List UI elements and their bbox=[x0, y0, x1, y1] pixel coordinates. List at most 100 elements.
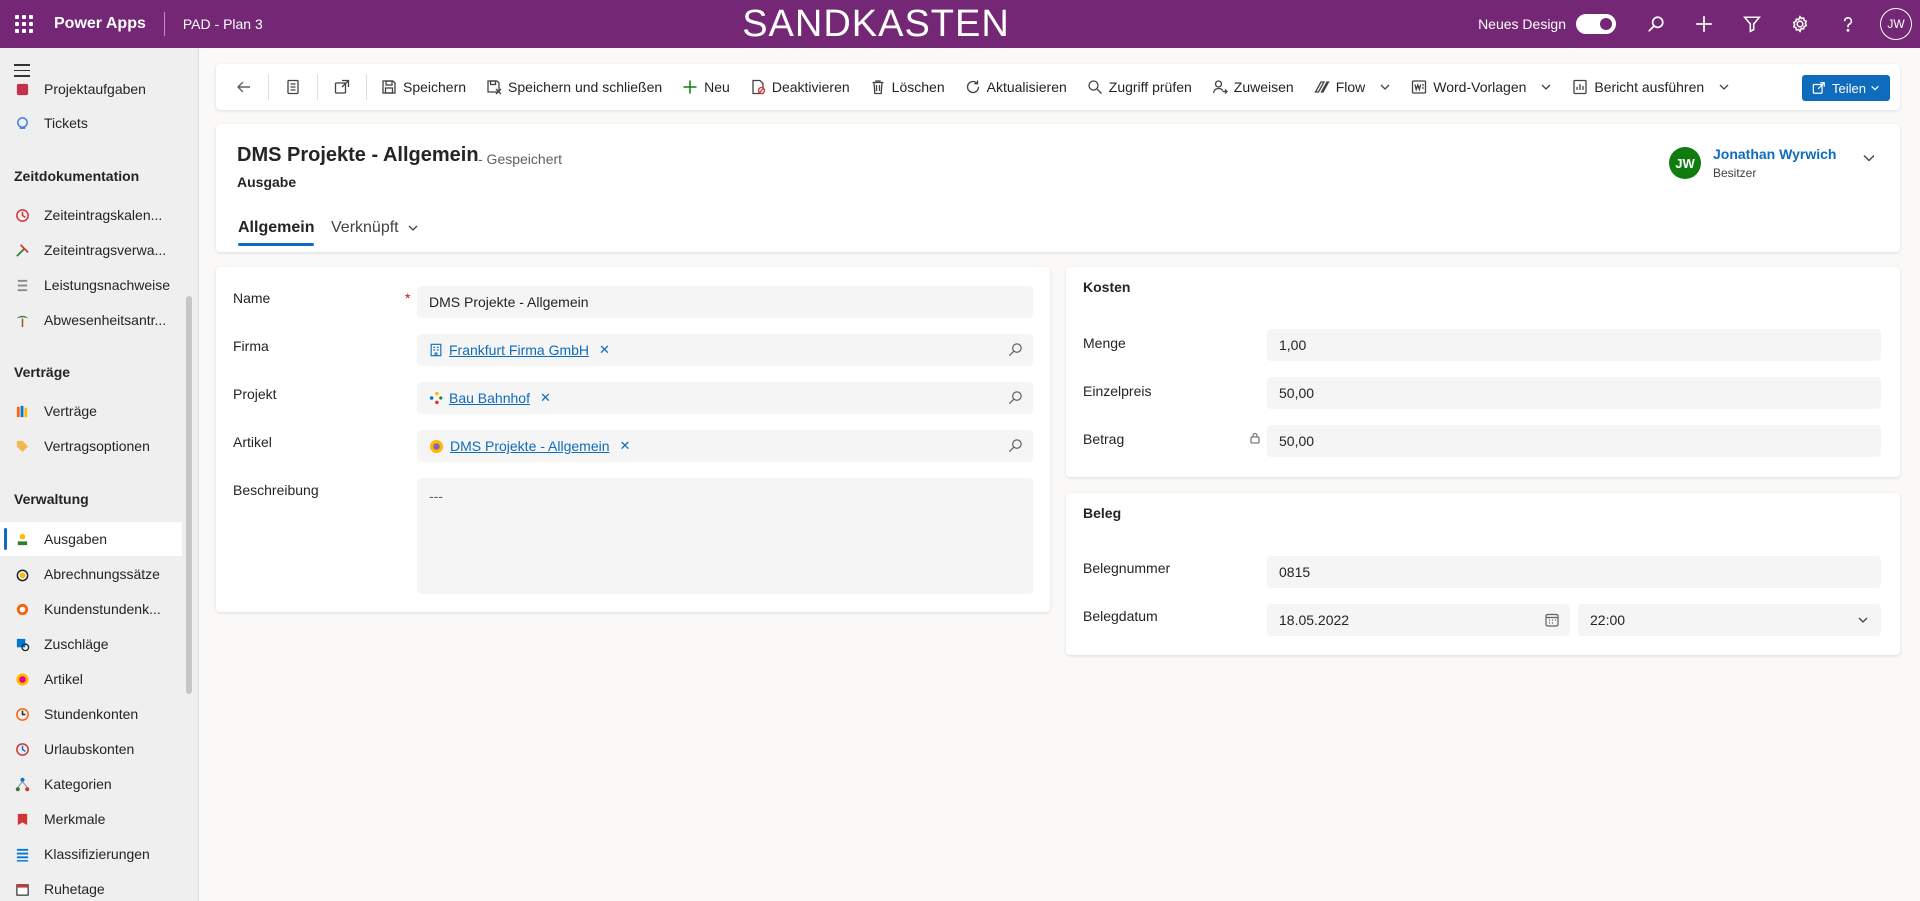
search-icon[interactable] bbox=[1008, 342, 1023, 357]
sidebar-item-vertragsoptionen[interactable]: Vertragsoptionen bbox=[0, 429, 182, 463]
clock-icon bbox=[14, 207, 30, 223]
article-icon bbox=[429, 439, 444, 453]
sidebar-item-zuschlaege[interactable]: Zuschläge bbox=[0, 627, 182, 661]
artikel-link[interactable]: DMS Projekte - Allgemein bbox=[450, 438, 610, 454]
projekt-link[interactable]: Bau Bahnhof bbox=[449, 390, 530, 406]
category-icon bbox=[14, 776, 30, 792]
sidebar-item-zeiteintragskalender[interactable]: Zeiteintragskalen... bbox=[0, 198, 182, 232]
user-avatar[interactable]: JW bbox=[1880, 8, 1912, 40]
divider bbox=[163, 12, 165, 36]
required-indicator: * bbox=[405, 290, 411, 306]
rate-icon bbox=[14, 566, 30, 582]
hours-account-icon bbox=[14, 706, 30, 722]
belegdatum-time-select[interactable]: 22:00 bbox=[1578, 604, 1881, 636]
sidebar-item-stundenkonten[interactable]: Stundenkonten bbox=[0, 697, 182, 731]
sidebar-item-klassifizierungen[interactable]: Klassifizierungen bbox=[0, 837, 182, 871]
belegnummer-input[interactable]: 0815 bbox=[1267, 556, 1881, 588]
new-design-toggle[interactable] bbox=[1576, 14, 1616, 34]
einzelpreis-input[interactable]: 50,00 bbox=[1267, 377, 1881, 409]
account-icon bbox=[430, 343, 442, 357]
belegdatum-label: Belegdatum bbox=[1083, 608, 1158, 624]
sidebar-item-urlaubskonten[interactable]: Urlaubskonten bbox=[0, 732, 182, 766]
projekt-lookup[interactable]: Bau Bahnhof ✕ bbox=[417, 382, 1033, 414]
deactivate-button[interactable]: Deaktivieren bbox=[740, 69, 860, 105]
share-icon bbox=[1812, 82, 1825, 94]
delete-button[interactable]: Löschen bbox=[860, 69, 955, 105]
assign-button[interactable]: Zuweisen bbox=[1202, 69, 1304, 105]
calendar-icon bbox=[14, 881, 30, 897]
sidebar-item-vertraege[interactable]: Verträge bbox=[0, 394, 182, 428]
save-button[interactable]: Speichern bbox=[371, 69, 476, 105]
help-icon bbox=[1843, 17, 1853, 32]
sidebar-scrollbar[interactable] bbox=[186, 296, 192, 694]
sidebar-item-projektaufgaben[interactable]: Projektaufgaben bbox=[0, 72, 182, 106]
search-icon[interactable] bbox=[1008, 390, 1023, 405]
remove-projekt-button[interactable]: ✕ bbox=[540, 390, 551, 406]
entity-name: Ausgabe bbox=[237, 174, 297, 190]
record-title: DMS Projekte - Allgemein bbox=[237, 144, 479, 166]
chevron-down-icon bbox=[1541, 84, 1551, 90]
sidebar-item-ruhetage[interactable]: Ruhetage bbox=[0, 872, 182, 901]
environment-name[interactable]: PAD - Plan 3 bbox=[183, 16, 263, 32]
sidebar-item-tickets[interactable]: Tickets bbox=[0, 106, 182, 140]
gear-icon bbox=[1792, 15, 1808, 33]
menge-input[interactable]: 1,00 bbox=[1267, 329, 1881, 361]
sidebar-item-zeiteintragsverwaltung[interactable]: Zeiteintragsverwa... bbox=[0, 233, 182, 267]
search-icon[interactable] bbox=[1008, 438, 1023, 453]
belegdatum-date-input[interactable]: 18.05.2022 bbox=[1267, 604, 1570, 636]
help-button[interactable] bbox=[1824, 0, 1872, 48]
vacation-icon bbox=[14, 741, 30, 757]
flow-button[interactable]: Flow bbox=[1304, 69, 1402, 105]
check-access-button[interactable]: Zugriff prüfen bbox=[1077, 69, 1202, 105]
app-launcher-button[interactable] bbox=[0, 0, 48, 48]
artikel-lookup[interactable]: DMS Projekte - Allgemein ✕ bbox=[417, 430, 1033, 462]
tab-verknuepft[interactable]: Verknüpft bbox=[331, 210, 419, 246]
sidebar-item-abrechnungssaetze[interactable]: Abrechnungssätze bbox=[0, 557, 182, 591]
nav-group-verwaltung: Verwaltung bbox=[14, 491, 89, 507]
search-button[interactable] bbox=[1632, 0, 1680, 48]
save-close-icon bbox=[487, 80, 502, 95]
remove-firma-button[interactable]: ✕ bbox=[599, 342, 610, 358]
tab-allgemein[interactable]: Allgemein bbox=[238, 210, 315, 246]
feature-icon bbox=[14, 811, 30, 827]
back-button[interactable] bbox=[224, 69, 264, 105]
betrag-label: Betrag bbox=[1083, 431, 1125, 447]
settings-button[interactable] bbox=[1776, 0, 1824, 48]
contract-icon bbox=[14, 403, 30, 419]
record-status: - Gespeichert bbox=[478, 151, 563, 167]
share-button[interactable]: Teilen bbox=[1802, 75, 1890, 101]
divider bbox=[317, 74, 318, 100]
name-input[interactable]: DMS Projekte - Allgemein bbox=[417, 286, 1033, 318]
beleg-section: Beleg Belegnummer 0815 Belegdatum 18.05.… bbox=[1066, 493, 1900, 655]
sidebar-item-leistungsnachweise[interactable]: Leistungsnachweise bbox=[0, 268, 182, 302]
word-templates-button[interactable]: Word-Vorlagen bbox=[1401, 69, 1562, 105]
refresh-button[interactable]: Aktualisieren bbox=[955, 69, 1077, 105]
sidebar-item-abwesenheitsantraege[interactable]: Abwesenheitsantr... bbox=[0, 303, 182, 337]
expand-header-chevron-icon[interactable] bbox=[1861, 150, 1877, 166]
firma-lookup[interactable]: Frankfurt Firma GmbH ✕ bbox=[417, 334, 1033, 366]
app-name[interactable]: Power Apps bbox=[54, 15, 146, 33]
task-icon bbox=[14, 81, 30, 97]
firma-link[interactable]: Frankfurt Firma GmbH bbox=[449, 342, 589, 358]
sidebar-item-merkmale[interactable]: Merkmale bbox=[0, 802, 182, 836]
filter-button[interactable] bbox=[1728, 0, 1776, 48]
owner-avatar: JW bbox=[1669, 147, 1701, 179]
tools-icon bbox=[14, 242, 30, 258]
sidebar-item-kategorien[interactable]: Kategorien bbox=[0, 767, 182, 801]
sidebar-item-ausgaben[interactable]: Ausgaben bbox=[0, 522, 182, 556]
run-report-button[interactable]: Bericht ausführen bbox=[1562, 69, 1740, 105]
sidebar-item-artikel[interactable]: Artikel bbox=[0, 662, 182, 696]
calendar-icon[interactable] bbox=[1544, 612, 1560, 628]
beschreibung-textarea[interactable]: --- bbox=[417, 478, 1033, 594]
add-button[interactable] bbox=[1680, 0, 1728, 48]
kosten-title: Kosten bbox=[1083, 279, 1131, 295]
remove-artikel-button[interactable]: ✕ bbox=[620, 438, 631, 454]
open-new-window-button[interactable] bbox=[322, 69, 362, 105]
classification-icon bbox=[14, 846, 30, 862]
new-button[interactable]: Neu bbox=[672, 69, 740, 105]
person-assign-icon bbox=[1212, 80, 1228, 94]
form-view-button[interactable] bbox=[273, 69, 313, 105]
owner-name-link[interactable]: Jonathan Wyrwich bbox=[1713, 146, 1836, 162]
save-and-close-button[interactable]: Speichern und schließen bbox=[476, 69, 672, 105]
sidebar-item-kundenstundenkonten[interactable]: Kundenstundenk... bbox=[0, 592, 182, 626]
